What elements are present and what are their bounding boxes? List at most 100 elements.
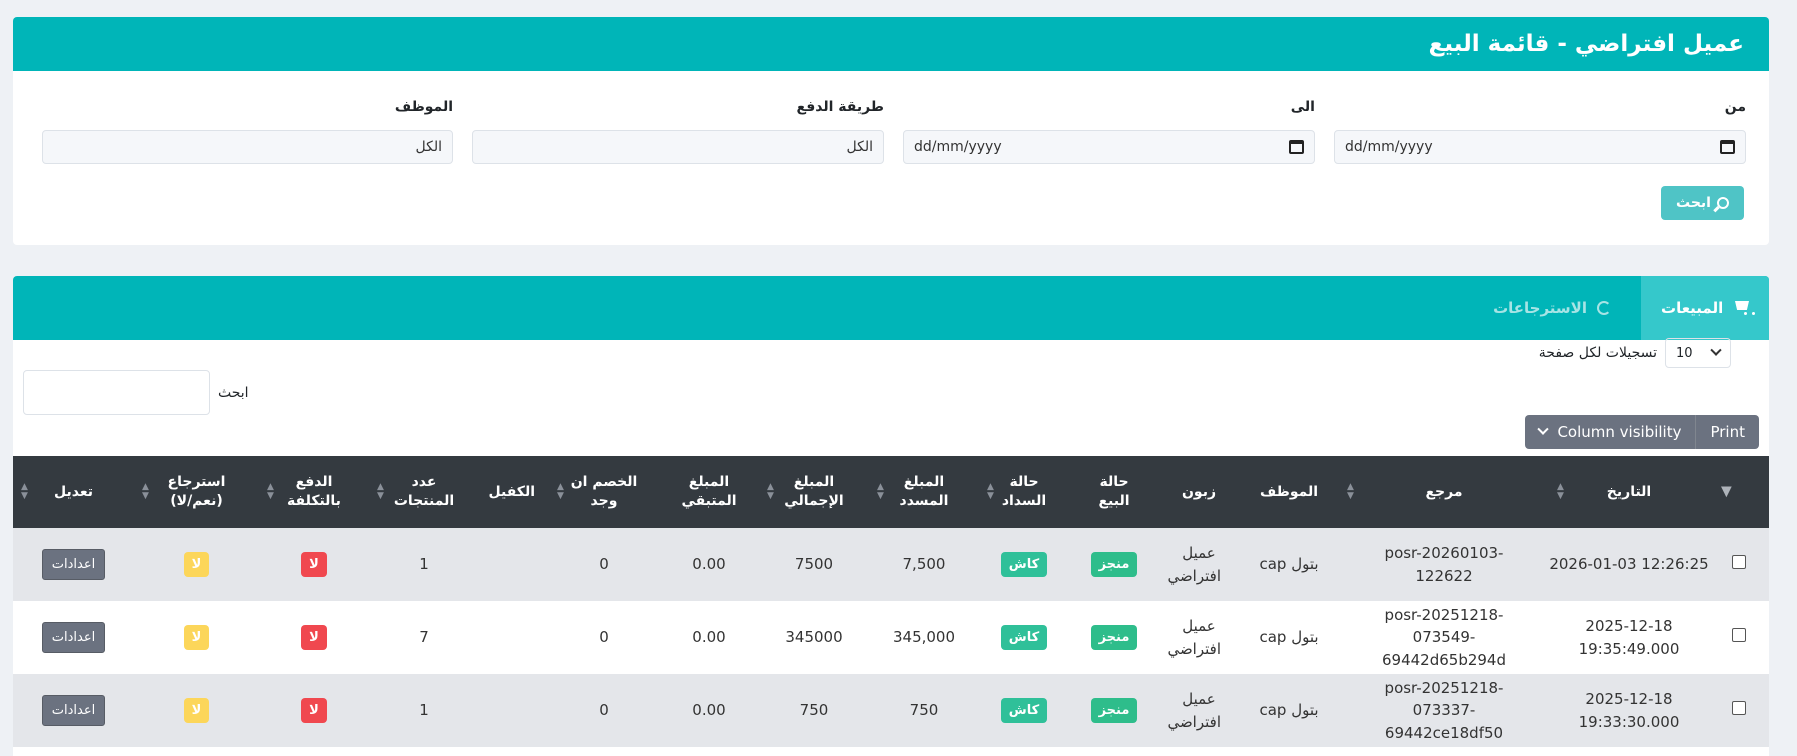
row-checkbox[interactable] bbox=[1709, 601, 1769, 674]
cell-paid: 345,000 bbox=[892, 628, 956, 647]
table-buttons: Print Column visibility bbox=[1525, 415, 1759, 449]
col-employee[interactable]: الموظف bbox=[1239, 456, 1339, 528]
row-checkbox[interactable] bbox=[1709, 528, 1769, 601]
print-button[interactable]: Print bbox=[1695, 415, 1759, 449]
cell-guarantor bbox=[479, 674, 549, 747]
col-sale-status[interactable]: حالة البيع bbox=[1069, 456, 1159, 528]
tab-sales[interactable]: المبيعات bbox=[1641, 276, 1769, 340]
col-at-cost[interactable]: الدفع بالتكلفة ▲ ▼ bbox=[259, 456, 369, 528]
cell-paid: 7,500 bbox=[902, 555, 946, 574]
cell-edit: اعدادات bbox=[13, 601, 134, 674]
card-header: عميل افتراضي - قائمة البيع bbox=[13, 17, 1769, 71]
sort-icon: ▲ ▼ bbox=[557, 482, 564, 501]
column-visibility-button[interactable]: Column visibility bbox=[1525, 415, 1695, 449]
tab-bar: المبيعات الاسترجاعات bbox=[13, 276, 1769, 340]
status-badge: لا bbox=[183, 551, 210, 578]
cell-guarantor bbox=[479, 601, 549, 674]
col-guarantor[interactable]: الكفيل bbox=[479, 456, 549, 528]
cell-remaining: 0.00 bbox=[692, 628, 726, 647]
settings-button[interactable]: اعدادات bbox=[41, 694, 106, 727]
cell-edit: اعدادات bbox=[13, 674, 134, 747]
col-total[interactable]: المبلغ الإجمالي ▲ ▼ bbox=[759, 456, 869, 528]
col-select[interactable]: ▼ bbox=[1709, 456, 1769, 528]
col-payment-status[interactable]: حالة السداد ▲ ▼ bbox=[979, 456, 1069, 528]
page-length-select[interactable]: 10 bbox=[1665, 338, 1731, 368]
col-discount[interactable]: الخصم ان وجد ▲ ▼ bbox=[549, 456, 659, 528]
status-badge: كاش bbox=[1000, 551, 1048, 578]
sort-icon: ▲ ▼ bbox=[142, 482, 149, 501]
calendar-icon[interactable] bbox=[1720, 140, 1735, 154]
cell-at-cost: لا bbox=[259, 528, 369, 601]
col-customer[interactable]: زبون bbox=[1159, 456, 1239, 528]
status-badge: لا bbox=[183, 624, 210, 651]
sort-icon: ▲ ▼ bbox=[21, 482, 28, 501]
cell-customer: عميل افتراضي bbox=[1167, 544, 1221, 585]
cell-discount: 0 bbox=[599, 555, 609, 574]
chevron-down-icon bbox=[1537, 423, 1550, 435]
calendar-icon[interactable] bbox=[1289, 140, 1304, 154]
search-button[interactable]: ابحث bbox=[1661, 186, 1744, 220]
cell-date: 2026-01-03 12:26:25 bbox=[1549, 555, 1709, 574]
col-items[interactable]: عدد المنتجات ▲ ▼ bbox=[369, 456, 479, 528]
col-ref[interactable]: مرجع ▲ ▼ bbox=[1339, 456, 1549, 528]
cell-date: 2025-12-18 19:35:49.000 bbox=[1578, 617, 1680, 658]
sort-icon: ▲ ▼ bbox=[877, 482, 884, 501]
col-returned[interactable]: استرجاع (نعم/لا) ▲ ▼ bbox=[134, 456, 259, 528]
table-header-row: ▼ التاريخ ▲ ▼ مرجع ▲ ▼ الموظف زبون حالة البي… bbox=[13, 456, 1769, 528]
cell-payment-status: كاش bbox=[979, 674, 1069, 747]
cell-sale-status: منجز bbox=[1069, 528, 1159, 601]
cell-returned: لا bbox=[134, 674, 259, 747]
col-remaining[interactable]: المبلغ المتبقي bbox=[659, 456, 759, 528]
tab-returns[interactable]: الاسترجاعات bbox=[1473, 276, 1641, 340]
cell-items: 1 bbox=[419, 555, 429, 574]
employee-value: الكل bbox=[415, 139, 443, 155]
table-row[interactable]: 2025-12-18 19:33:30.000 posr-20251218-073… bbox=[13, 674, 1769, 747]
status-badge: كاش bbox=[1000, 697, 1048, 724]
cell-remaining: 0.00 bbox=[692, 555, 726, 574]
page-title: عميل افتراضي - قائمة البيع bbox=[1428, 31, 1744, 57]
cart-icon bbox=[1733, 301, 1749, 315]
cell-items: 7 bbox=[419, 628, 429, 647]
cell-employee: بتول cap bbox=[1259, 628, 1319, 647]
status-badge: لا bbox=[301, 624, 327, 651]
col-date[interactable]: التاريخ ▲ ▼ bbox=[1549, 456, 1709, 528]
employee-select[interactable]: الكل bbox=[42, 130, 453, 164]
status-badge: منجز bbox=[1090, 624, 1138, 651]
table-search-input[interactable] bbox=[23, 370, 210, 415]
cell-remaining: 0.00 bbox=[692, 701, 726, 720]
payment-method-select[interactable]: الكل bbox=[472, 130, 884, 164]
tab-returns-label: الاسترجاعات bbox=[1493, 299, 1587, 317]
cell-sale-status: منجز bbox=[1069, 674, 1159, 747]
sort-icon: ▲ ▼ bbox=[987, 482, 994, 501]
cell-returned: لا bbox=[134, 601, 259, 674]
cell-ref: posr-20260103-122622 bbox=[1384, 544, 1504, 585]
column-visibility-label: Column visibility bbox=[1557, 423, 1682, 441]
sort-icon: ▲ ▼ bbox=[767, 482, 774, 501]
cell-total: 7500 bbox=[794, 555, 834, 574]
sort-icon: ▲ ▼ bbox=[1557, 482, 1564, 501]
to-date-input[interactable]: dd/mm/yyyy bbox=[903, 130, 1315, 164]
table-row[interactable]: 2026-01-03 12:26:25 posr-20260103-122622 ب… bbox=[13, 528, 1769, 601]
payment-method-label: طريقة الدفع bbox=[796, 99, 884, 115]
tab-sales-label: المبيعات bbox=[1661, 299, 1724, 317]
settings-button[interactable]: اعدادات bbox=[41, 548, 106, 581]
to-label: الى bbox=[1290, 99, 1315, 115]
cell-at-cost: لا bbox=[259, 674, 369, 747]
cell-total: 750 bbox=[799, 701, 829, 720]
from-date-input[interactable]: dd/mm/yyyy bbox=[1334, 130, 1746, 164]
cell-ref: posr-20251218-073549-69442d65b294d bbox=[1382, 605, 1506, 669]
status-badge: كاش bbox=[1000, 624, 1048, 651]
table-search: ابحث bbox=[23, 370, 249, 415]
sort-icon: ▲ ▼ bbox=[377, 482, 384, 501]
cell-total: 345000 bbox=[785, 628, 843, 647]
cell-discount: 0 bbox=[599, 701, 609, 720]
row-checkbox[interactable] bbox=[1709, 674, 1769, 747]
cell-payment-status: كاش bbox=[979, 528, 1069, 601]
col-edit[interactable]: تعديل ▲ ▼ bbox=[13, 456, 134, 528]
settings-button[interactable]: اعدادات bbox=[41, 621, 106, 654]
filter-card: عميل افتراضي - قائمة البيع من الى طريقة … bbox=[13, 17, 1769, 245]
cell-employee: بتول cap bbox=[1259, 555, 1319, 574]
col-paid[interactable]: المبلغ المسدد ▲ ▼ bbox=[869, 456, 979, 528]
table-row[interactable]: 2025-12-18 19:35:49.000 posr-20251218-073… bbox=[13, 601, 1769, 674]
cell-payment-status: كاش bbox=[979, 601, 1069, 674]
